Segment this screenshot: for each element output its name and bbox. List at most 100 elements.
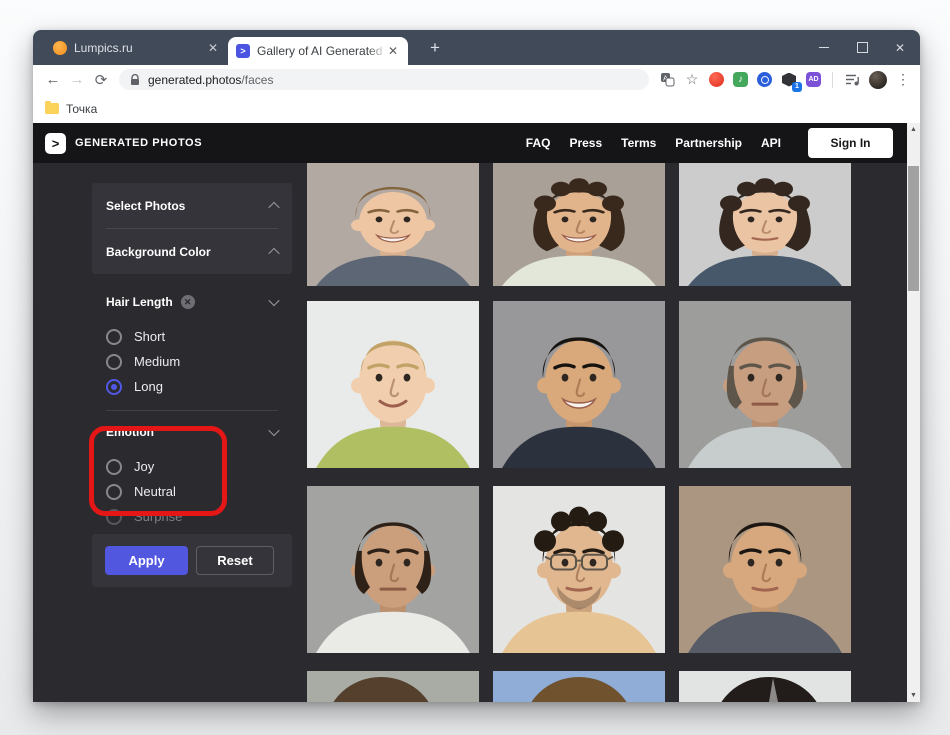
radio-label: Short bbox=[134, 329, 166, 344]
face-photo[interactable] bbox=[493, 671, 665, 702]
section-select-photos[interactable]: Select Photos bbox=[92, 183, 292, 228]
tab-lumpics[interactable]: Lumpics.ru ✕ bbox=[45, 30, 228, 65]
radio-hair-long[interactable]: Long bbox=[92, 374, 292, 399]
clear-filter-icon[interactable]: ✕ bbox=[180, 295, 195, 309]
extension-globe-icon[interactable] bbox=[757, 72, 772, 87]
nav-faq[interactable]: FAQ bbox=[526, 136, 551, 150]
site-nav: FAQ Press Terms Partnership API bbox=[526, 136, 781, 150]
face-photo[interactable] bbox=[493, 301, 665, 468]
radio-icon-disabled[interactable] bbox=[106, 508, 122, 525]
photo-row bbox=[307, 301, 851, 468]
new-tab-button[interactable]: + bbox=[423, 36, 447, 60]
section-emotion[interactable]: Emotion bbox=[92, 419, 292, 445]
tab-generated-photos[interactable]: > Gallery of AI Generated Faces | G ✕ bbox=[228, 37, 408, 65]
filters-panel: Hair Length ✕ Short Medium Long Emotion … bbox=[92, 281, 292, 529]
chevron-up-icon bbox=[268, 247, 280, 259]
face-photo[interactable] bbox=[679, 301, 851, 468]
close-button[interactable]: ✕ bbox=[894, 41, 906, 55]
face-photo[interactable] bbox=[307, 301, 479, 468]
photo-row bbox=[307, 486, 851, 653]
url-path: /faces bbox=[241, 72, 274, 87]
radio-icon-selected[interactable] bbox=[106, 378, 122, 395]
generated-photos-favicon: > bbox=[236, 44, 250, 58]
toolbar-separator bbox=[832, 71, 833, 88]
bookmark-star-icon[interactable]: ☆ bbox=[684, 71, 700, 88]
nav-partnership[interactable]: Partnership bbox=[675, 136, 742, 150]
face-photo[interactable] bbox=[679, 486, 851, 653]
radio-hair-short[interactable]: Short bbox=[92, 324, 292, 349]
tab-close-icon[interactable]: ✕ bbox=[386, 44, 400, 58]
extension-music-icon[interactable]: ♪ bbox=[733, 72, 748, 87]
face-photo[interactable] bbox=[307, 671, 479, 702]
profile-avatar[interactable] bbox=[869, 70, 887, 89]
playlist-icon[interactable] bbox=[844, 72, 860, 88]
section-label: Hair Length bbox=[106, 295, 173, 309]
back-button[interactable]: ← bbox=[41, 71, 65, 88]
minimize-button[interactable] bbox=[818, 42, 830, 54]
radio-emotion-surprise[interactable]: Surprise bbox=[92, 504, 292, 529]
radio-icon[interactable] bbox=[106, 483, 122, 500]
scrollbar[interactable]: ▲ ▼ bbox=[907, 123, 920, 702]
folder-icon bbox=[45, 100, 59, 114]
browser-window: Lumpics.ru ✕ > Gallery of AI Generated F… bbox=[33, 30, 920, 702]
apply-button[interactable]: Apply bbox=[105, 546, 188, 575]
nav-press[interactable]: Press bbox=[569, 136, 602, 150]
window-controls: ✕ bbox=[818, 30, 914, 65]
actions-card: Apply Reset bbox=[92, 534, 292, 587]
photo-row bbox=[307, 671, 851, 702]
section-hair-length[interactable]: Hair Length ✕ bbox=[92, 289, 292, 315]
extension-badge: 1 bbox=[792, 81, 802, 92]
extension-cube-icon[interactable]: 1 bbox=[781, 72, 802, 92]
desktop-background: Lumpics.ru ✕ > Gallery of AI Generated F… bbox=[0, 0, 950, 735]
chevron-down-icon bbox=[268, 424, 280, 437]
photo-row bbox=[307, 163, 851, 286]
photo-grid bbox=[307, 163, 865, 702]
face-photo[interactable] bbox=[493, 486, 665, 653]
site-brand[interactable]: GENERATED PHOTOS bbox=[75, 137, 202, 149]
tab-close-icon[interactable]: ✕ bbox=[206, 41, 220, 55]
radio-icon[interactable] bbox=[106, 353, 122, 370]
section-background-color[interactable]: Background Color bbox=[92, 229, 292, 274]
scroll-down-icon[interactable]: ▼ bbox=[907, 689, 920, 702]
face-photo[interactable] bbox=[493, 163, 665, 286]
face-photo[interactable] bbox=[679, 671, 851, 702]
chevron-down-icon bbox=[268, 294, 280, 307]
radio-hair-medium[interactable]: Medium bbox=[92, 349, 292, 374]
face-photo[interactable] bbox=[307, 163, 479, 286]
face-photo[interactable] bbox=[307, 486, 479, 653]
radio-label: Medium bbox=[134, 354, 181, 369]
nav-api[interactable]: API bbox=[761, 136, 781, 150]
radio-icon[interactable] bbox=[106, 458, 122, 475]
extension-ad-icon[interactable]: AD bbox=[806, 72, 821, 87]
section-label: Select Photos bbox=[106, 198, 186, 213]
tab-title: Lumpics.ru bbox=[74, 40, 133, 55]
bookmark-folder-tochka[interactable]: Точка bbox=[66, 102, 97, 116]
nav-terms[interactable]: Terms bbox=[621, 136, 656, 150]
section-label: Background Color bbox=[106, 244, 211, 259]
site-logo[interactable]: > bbox=[45, 132, 66, 154]
radio-label: Joy bbox=[134, 459, 155, 474]
radio-emotion-neutral[interactable]: Neutral bbox=[92, 479, 292, 504]
browser-toolbar: ← → ⟳ generated.photos/faces A ☆ ♪ 1 AD bbox=[33, 65, 920, 94]
filter-card-collapsed: Select Photos Background Color bbox=[92, 183, 292, 274]
sign-in-button[interactable]: Sign In bbox=[808, 128, 893, 158]
reload-button[interactable]: ⟳ bbox=[89, 71, 113, 89]
section-label: Emotion bbox=[106, 425, 154, 439]
browser-menu-icon[interactable]: ⋮ bbox=[896, 71, 910, 88]
radio-emotion-joy[interactable]: Joy bbox=[92, 454, 292, 479]
lumpics-favicon bbox=[53, 40, 67, 55]
reset-button[interactable]: Reset bbox=[196, 546, 274, 575]
forward-button[interactable]: → bbox=[65, 71, 89, 88]
translate-icon[interactable]: A bbox=[659, 72, 675, 88]
scrollbar-thumb[interactable] bbox=[908, 166, 919, 291]
extension-adblock-icon[interactable] bbox=[709, 72, 724, 87]
radio-icon[interactable] bbox=[106, 328, 122, 345]
maximize-button[interactable] bbox=[856, 42, 868, 54]
face-photo[interactable] bbox=[679, 163, 851, 286]
radio-label: Surprise bbox=[134, 509, 183, 524]
tab-strip: Lumpics.ru ✕ > Gallery of AI Generated F… bbox=[33, 30, 920, 65]
url-domain: generated.photos bbox=[148, 72, 242, 87]
address-bar[interactable]: generated.photos/faces bbox=[119, 69, 649, 90]
chevron-up-icon bbox=[268, 201, 280, 213]
scroll-up-icon[interactable]: ▲ bbox=[907, 123, 920, 136]
